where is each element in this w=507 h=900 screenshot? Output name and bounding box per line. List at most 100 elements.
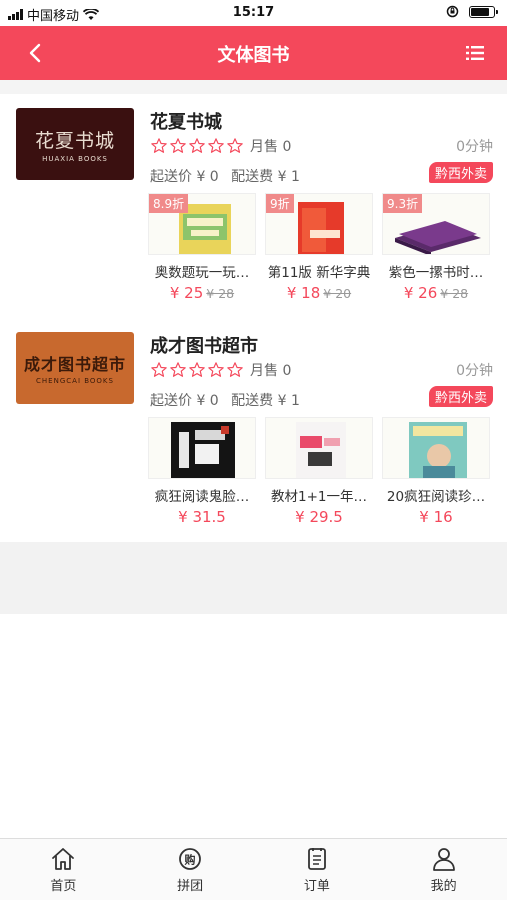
product-name: 教材1+1一年… [271,489,367,505]
delivery-tag: 黔西外卖 [428,386,493,407]
star-icon [208,362,224,377]
product-price: ¥ 25 [169,284,204,302]
product-price: ¥ 26 [403,284,438,302]
product-price: ¥ 31.5 [178,508,226,526]
product-price-row: ¥ 18 ¥ 20 [265,283,373,302]
tab-label: 我的 [430,879,457,894]
product-price: ¥ 18 [286,284,321,302]
list-footer-spacer [0,542,507,614]
delivery-time: 0分钟 [456,363,493,379]
bottom-tabbar: 首页 购 拼团 订单 我的 [0,838,507,900]
product-name: 20疯狂阅读珍… [386,489,486,505]
tab-label: 首页 [50,879,77,894]
store-logo[interactable]: 成才图书超市 CHENGCAI BOOKS [16,332,134,404]
battery-fill [471,7,489,16]
group-buy-icon: 购 [179,848,202,870]
home-icon [52,848,75,870]
store-logo-subtext: CHENGCAI BOOKS [36,377,114,385]
tab-group-buy[interactable]: 购 拼团 [127,839,254,900]
order-list-icon [307,848,326,870]
product-name: 紫色一摞书时… [388,265,484,281]
battery-icon [469,5,498,18]
product-old-price: ¥ 20 [323,286,352,301]
product-price-row: ¥ 25 ¥ 28 [148,283,256,302]
discount-badge: 9.3折 [383,194,423,213]
clock: 15:17 [232,5,275,20]
monthly-sales: 月售 0 [250,363,292,379]
page: 中国移动 15:17 文体图书 花夏书城 HUAXIA BOOKS 花夏书城 月… [0,0,507,900]
star-icon [170,362,186,377]
rating-stars [150,137,244,155]
book-cover-image [383,418,489,478]
profile-icon [432,848,455,871]
product-image[interactable] [148,417,256,479]
star-icon [151,138,167,153]
tab-label: 拼团 [177,879,204,894]
min-order: 起送价 ¥ 0 [150,169,219,185]
product-item[interactable]: 8.9折 奥数题玩一玩… ¥ 25 ¥ 28 [148,193,256,302]
star-icon [208,138,224,153]
product-list: 疯狂阅读鬼脸… ¥ 31.5 教材1+1一年… ¥ 29.5 20疯狂阅读珍… … [148,417,490,526]
book-cover-image [266,418,372,478]
tab-orders[interactable]: 订单 [254,839,381,900]
product-image[interactable] [265,417,373,479]
store-name[interactable]: 花夏书城 [150,108,222,134]
product-price-row: ¥ 26 ¥ 28 [382,283,490,302]
list-menu-icon[interactable] [463,41,487,65]
fee-row: 起送价 ¥ 0 配送费 ¥ 1 [150,166,300,186]
store-logo[interactable]: 花夏书城 HUAXIA BOOKS [16,108,134,180]
book-cover-image [149,418,255,478]
product-price-row: ¥ 31.5 [148,507,256,526]
product-item[interactable]: 20疯狂阅读珍… ¥ 16 [382,417,490,526]
product-item[interactable]: 教材1+1一年… ¥ 29.5 [265,417,373,526]
delivery-time: 0分钟 [456,139,493,155]
monthly-sales: 月售 0 [250,139,292,155]
discount-badge: 9折 [266,194,294,213]
discount-badge: 8.9折 [149,194,189,213]
store-logo-text: 花夏书城 [34,129,115,152]
section-gap [0,80,507,94]
product-image[interactable]: 8.9折 [148,193,256,255]
svg-text:购: 购 [185,853,196,867]
star-icon [189,138,205,153]
store-logo-text: 成才图书超市 [23,355,126,374]
product-list: 8.9折 奥数题玩一玩… ¥ 25 ¥ 28 9折 第11版 新华字典 ¥ 18… [148,193,490,302]
fee-row: 起送价 ¥ 0 配送费 ¥ 1 [150,390,300,410]
rating-row: 月售 0 [150,360,291,380]
star-icon [170,138,186,153]
tab-home[interactable]: 首页 [0,839,127,900]
status-right [446,5,498,18]
product-name: 第11版 新华字典 [267,265,371,281]
tab-profile[interactable]: 我的 [380,839,507,900]
status-bar: 中国移动 15:17 [0,0,507,26]
star-icon [189,362,205,377]
product-item[interactable]: 疯狂阅读鬼脸… ¥ 31.5 [148,417,256,526]
store-logo-subtext: HUAXIA BOOKS [42,154,108,163]
min-order: 起送价 ¥ 0 [150,393,219,409]
tab-label: 订单 [303,879,330,894]
store-card[interactable]: 花夏书城 HUAXIA BOOKS 花夏书城 月售 0 0分钟 起送价 ¥ 0 … [0,94,507,310]
product-old-price: ¥ 28 [206,286,235,301]
product-image[interactable]: 9折 [265,193,373,255]
product-price: ¥ 29.5 [295,508,343,526]
product-image[interactable] [382,417,490,479]
product-price-row: ¥ 16 [382,507,490,526]
store-name[interactable]: 成才图书超市 [150,332,258,358]
product-item[interactable]: 9.3折 紫色一摞书时… ¥ 26 ¥ 28 [382,193,490,302]
product-name: 疯狂阅读鬼脸… [154,489,250,505]
orientation-lock-icon [446,5,459,18]
delivery-tag: 黔西外卖 [428,162,493,183]
product-image[interactable]: 9.3折 [382,193,490,255]
star-icon [227,362,243,377]
star-icon [151,362,167,377]
page-title: 文体图书 [217,45,290,66]
product-item[interactable]: 9折 第11版 新华字典 ¥ 18 ¥ 20 [265,193,373,302]
delivery-fee: 配送费 ¥ 1 [231,169,300,185]
delivery-fee: 配送费 ¥ 1 [231,393,300,409]
product-name: 奥数题玩一玩… [154,265,250,281]
product-price: ¥ 16 [419,508,453,526]
nav-header: 文体图书 [0,26,507,80]
store-card[interactable]: 成才图书超市 CHENGCAI BOOKS 成才图书超市 月售 0 0分钟 起送… [0,318,507,536]
rating-row: 月售 0 [150,136,291,156]
rating-stars [150,361,244,379]
